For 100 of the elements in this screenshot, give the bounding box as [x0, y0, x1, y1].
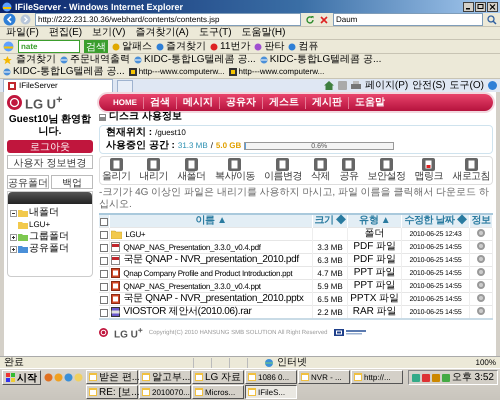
column-header[interactable]: 크기 ◆	[312, 214, 348, 228]
favorites-button[interactable]: 즐겨찾기	[16, 54, 56, 66]
column-header[interactable]: 유형 ▲	[348, 214, 402, 228]
nav-link[interactable]: 메시지	[176, 96, 219, 108]
taskbar-button[interactable]: NVR - ...	[298, 370, 350, 384]
tree-item[interactable]: 공유폴더	[29, 243, 69, 256]
window-icon	[354, 373, 362, 381]
nav-link[interactable]: 도움말	[348, 96, 391, 108]
menu-item[interactable]: 도움말(H)	[238, 27, 288, 39]
toolbar-item[interactable]: 알패스	[112, 40, 152, 52]
command-menu[interactable]: 안전(S)	[412, 80, 446, 92]
nav-link[interactable]: 공유자	[219, 96, 262, 108]
star-icon[interactable]	[3, 56, 12, 64]
column-header[interactable]: 수정한 날짜 ◆	[402, 214, 470, 228]
nav-link[interactable]: 게시판	[305, 96, 348, 108]
tree-item[interactable]: LGU+	[29, 219, 50, 232]
slides-file-icon	[111, 281, 120, 292]
file-size: 3.3 MB	[312, 240, 348, 254]
stop-icon[interactable]	[319, 14, 329, 24]
action-button[interactable]: 공유	[339, 158, 358, 184]
file-name[interactable]: LGU+	[125, 228, 146, 240]
nav-link[interactable]: 게스트	[262, 96, 305, 108]
command-menu[interactable]: 도구(O)	[450, 80, 484, 92]
home-icon[interactable]	[324, 81, 334, 90]
side-tab[interactable]: 백업	[51, 175, 93, 190]
file-name[interactable]: QNAP_NAS_Presentation_3.3.0_v0.4.ppt	[123, 280, 261, 292]
menu-item[interactable]: 편집(E)	[46, 27, 86, 39]
refresh-icon[interactable]	[305, 14, 315, 24]
browser-icon[interactable]	[3, 41, 14, 52]
row-checkbox[interactable]	[100, 244, 108, 252]
print-icon[interactable]	[350, 81, 361, 90]
collapse-icon[interactable]	[10, 210, 17, 217]
expand-icon[interactable]	[10, 234, 17, 241]
file-name[interactable]: Qnap Company Profile and Product Introduction.ppt	[123, 268, 292, 279]
search-field[interactable]: Daum	[333, 13, 483, 26]
back-icon[interactable]	[3, 13, 16, 26]
maximize-icon[interactable]	[475, 2, 486, 12]
row-checkbox[interactable]	[100, 282, 108, 291]
select-all-checkbox[interactable]	[100, 218, 108, 226]
row-checkbox[interactable]	[100, 308, 108, 317]
action-button[interactable]: 보안설정	[368, 158, 406, 184]
document-icon	[110, 158, 123, 172]
action-button[interactable]: 삭제	[311, 158, 330, 184]
action-button[interactable]: 복사/이동	[214, 158, 255, 184]
taskbar-button[interactable]: 2010070...	[139, 385, 191, 399]
taskbar-button[interactable]: 알고부...	[139, 370, 191, 384]
file-name[interactable]: 국문 QNAP - NVR_presentation_2010.pptx	[123, 293, 304, 306]
row-checkbox[interactable]	[100, 230, 108, 239]
logout-button[interactable]: 로그아웃	[7, 140, 93, 154]
action-button[interactable]: 맵링크	[414, 158, 443, 184]
action-button[interactable]: 새로고침	[452, 158, 490, 184]
tree-item[interactable]: 내폴더	[29, 207, 59, 220]
side-tab[interactable]: 공유폴더	[7, 175, 49, 190]
toolbar-label: 즐겨찾기	[166, 40, 206, 52]
taskbar-button[interactable]: LG 자료	[192, 370, 244, 384]
action-button[interactable]: 내리기	[140, 158, 168, 184]
toolbar-item[interactable]: 컴퓨	[288, 40, 318, 52]
file-name[interactable]: QNAP_NAS_Presentation_3.3.0_v0.4.pdf	[123, 242, 261, 253]
menu-item[interactable]: 파일(F)	[3, 27, 42, 39]
taskbar-button[interactable]: Micros...	[192, 385, 244, 399]
row-checkbox[interactable]	[100, 296, 108, 304]
toolbar-item[interactable]: 즐겨찾기	[156, 40, 206, 52]
taskbar-button[interactable]: http://...	[351, 370, 403, 384]
column-header[interactable]: 이름 ▲	[110, 214, 312, 228]
feed-icon[interactable]	[338, 81, 347, 90]
toolbar-item[interactable]: 판타	[254, 40, 284, 52]
taskbar-button[interactable]: IFileS...	[245, 385, 297, 399]
expand-icon[interactable]	[10, 246, 17, 253]
command-menu[interactable]: 페이지(P)	[364, 80, 408, 92]
windows-logo-icon	[6, 373, 15, 382]
browser-tab[interactable]: IFileServer	[3, 79, 113, 92]
file-name[interactable]: 국문 QNAP - NVR_presentation_2010.pdf	[123, 254, 299, 266]
action-button[interactable]: 새폴더	[177, 158, 206, 184]
zoom-level[interactable]: 100%	[476, 358, 496, 368]
row-checkbox[interactable]	[100, 270, 108, 278]
forward-icon[interactable]	[20, 14, 31, 25]
action-button[interactable]: 이름변경	[264, 158, 302, 184]
close-icon[interactable]	[487, 2, 498, 12]
file-name[interactable]: VIOSTOR 제안서(2010.06).rar	[123, 306, 252, 318]
address-field[interactable]: http://222.231.30.36/webhard/contents/contents.jsp	[35, 13, 301, 26]
nav-link[interactable]: 검색	[143, 96, 176, 108]
action-button[interactable]: 올리기	[102, 158, 130, 184]
minimize-icon[interactable]	[463, 2, 474, 12]
toolbar-label: 판타	[264, 40, 284, 52]
menu-item[interactable]: 보기(V)	[89, 27, 128, 39]
menu-item[interactable]: 즐겨찾기(A)	[132, 27, 192, 39]
new-tab-button[interactable]	[117, 80, 133, 92]
help-icon[interactable]	[488, 81, 497, 90]
toolbar-item[interactable]: 11번가	[210, 40, 250, 52]
start-button[interactable]: 시작	[2, 370, 41, 385]
profile-button[interactable]: 사용자 정보변경	[7, 155, 93, 170]
search-icon[interactable]	[487, 14, 497, 24]
row-checkbox[interactable]	[100, 256, 108, 265]
taskbar-button[interactable]: 1086 0...	[245, 370, 297, 384]
separator-text: /	[210, 141, 213, 152]
menu-item[interactable]: 도구(T)	[196, 27, 235, 39]
nav-link[interactable]: HOME	[107, 98, 143, 108]
tree-item[interactable]: 그룹폴더	[29, 231, 69, 244]
location-label: 현재위치 :	[106, 127, 152, 140]
file-type: PPTX 파일	[348, 292, 402, 306]
